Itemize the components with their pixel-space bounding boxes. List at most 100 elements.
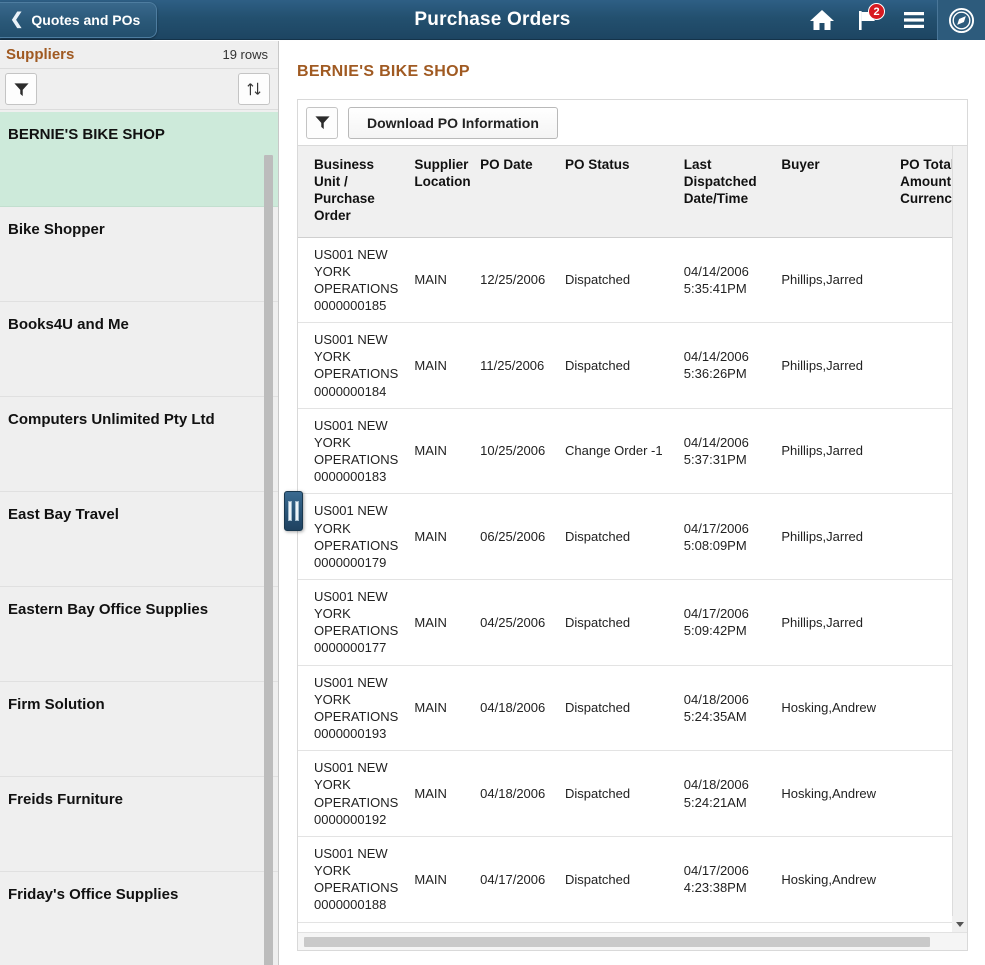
- supplier-list-item-label: BERNIE'S BIKE SHOP: [8, 126, 165, 143]
- cell-business-unit-po-line: US001 NEW: [314, 246, 406, 263]
- sidebar-scrollbar-track[interactable]: [264, 155, 273, 965]
- supplier-list-item[interactable]: East Bay Travel: [0, 492, 279, 587]
- cell-last-dispatched: 04/14/20065:35:41PM: [680, 237, 778, 323]
- sort-updown-icon[interactable]: [238, 73, 270, 105]
- cell-business-unit-po-line: OPERATIONS: [314, 537, 406, 554]
- sidebar-header: Suppliers 19 rows: [0, 41, 278, 68]
- po-grid: Download PO Information BusinessUnit /Pu…: [297, 99, 968, 951]
- supplier-list-item-label: Books4U and Me: [8, 316, 129, 333]
- cell-po-status: Dispatched: [561, 237, 680, 323]
- column-header[interactable]: SupplierLocation: [410, 146, 476, 237]
- column-header-line: PO Date: [480, 157, 557, 174]
- cell-business-unit-po-line: 0000000185: [314, 297, 406, 314]
- cell-business-unit-po: US001 NEWYORKOPERATIONS0000000177: [298, 580, 410, 666]
- table-row[interactable]: US001 NEWYORKOPERATIONS0000000188MAIN04/…: [298, 836, 968, 922]
- sidebar-scrollbar-thumb[interactable]: [264, 155, 273, 965]
- cell-supplier-location: MAIN: [410, 237, 476, 323]
- supplier-list-item[interactable]: Firm Solution: [0, 682, 279, 777]
- cell-business-unit-po-line: YORK: [314, 605, 406, 622]
- table-row[interactable]: US001 NEWYORKOPERATIONS0000000183MAIN10/…: [298, 408, 968, 494]
- cell-business-unit-po: US001 NEWYORKOPERATIONS0000000185: [298, 237, 410, 323]
- cell-po-date: 12/25/2006: [476, 237, 561, 323]
- actions-menu-icon[interactable]: [891, 0, 937, 40]
- column-header-line: Business: [314, 157, 406, 174]
- cell-last-dispatched-line: 04/14/2006: [684, 434, 774, 451]
- table-row[interactable]: US001 NEWYORKOPERATIONS0000000179MAIN06/…: [298, 494, 968, 580]
- app-header: ❮ Quotes and POs Purchase Orders 2: [0, 0, 985, 40]
- table-body: US001 NEWYORKOPERATIONS0000000185MAIN12/…: [298, 237, 968, 951]
- table-head: BusinessUnit /PurchaseOrderSupplierLocat…: [298, 146, 968, 237]
- column-header-line: Supplier: [414, 157, 472, 174]
- supplier-list-item[interactable]: Freids Furniture: [0, 777, 279, 872]
- home-icon[interactable]: [799, 0, 845, 40]
- table-row[interactable]: US001 NEWYORKOPERATIONS0000000185MAIN12/…: [298, 237, 968, 323]
- table-row[interactable]: US001 NEWYORKOPERATIONS0000000184MAIN11/…: [298, 323, 968, 409]
- table-row[interactable]: US001 NEWYORKOPERATIONS0000000177MAIN04/…: [298, 580, 968, 666]
- chevron-left-icon: ❮: [10, 12, 23, 28]
- cell-business-unit-po-line: OPERATIONS: [314, 622, 406, 639]
- page-right-gutter: [968, 41, 985, 965]
- supplier-list-item[interactable]: Friday's Office Supplies: [0, 872, 279, 965]
- cell-business-unit-po-line: US001 NEW: [314, 674, 406, 691]
- cell-business-unit-po-line: OPERATIONS: [314, 794, 406, 811]
- notifications-flag-icon[interactable]: 2: [845, 0, 891, 40]
- cell-po-status: Dispatched: [561, 836, 680, 922]
- column-header[interactable]: Buyer: [777, 146, 896, 237]
- supplier-list-item[interactable]: Computers Unlimited Pty Ltd: [0, 397, 279, 492]
- nav-bar-compass-icon[interactable]: [937, 0, 985, 40]
- splitter-grip-bar-left: [288, 501, 292, 521]
- column-header-line: Order: [314, 208, 406, 225]
- cell-buyer-line: Phillips,Jarred: [781, 442, 892, 459]
- cell-business-unit-po-line: 0000000184: [314, 383, 406, 400]
- table-row[interactable]: US001 NEWYORKOPERATIONS0000000193MAIN04/…: [298, 665, 968, 751]
- supplier-list-item-label: Bike Shopper: [8, 221, 105, 238]
- table-row[interactable]: US001 NEWYORKOPERATIONS0000000192MAIN04/…: [298, 751, 968, 837]
- supplier-list-item[interactable]: BERNIE'S BIKE SHOP: [0, 112, 279, 207]
- supplier-list-item-label: Firm Solution: [8, 696, 105, 713]
- cell-buyer-line: Hosking,Andrew: [781, 785, 892, 802]
- supplier-list-item[interactable]: Books4U and Me: [0, 302, 279, 397]
- grid-scroll-down-arrow-icon[interactable]: [952, 916, 967, 932]
- cell-business-unit-po-line: US001 NEW: [314, 845, 406, 862]
- table-header-row: BusinessUnit /PurchaseOrderSupplierLocat…: [298, 146, 968, 237]
- back-button[interactable]: ❮ Quotes and POs: [0, 2, 157, 38]
- filter-funnel-icon[interactable]: [306, 107, 338, 139]
- cell-business-unit-po-line: OPERATIONS: [314, 708, 406, 725]
- cell-last-dispatched-line: 5:36:26PM: [684, 365, 774, 382]
- cell-business-unit-po-line: YORK: [314, 691, 406, 708]
- cell-last-dispatched-line: 04/17/2006: [684, 862, 774, 879]
- supplier-list-item[interactable]: Bike Shopper: [0, 207, 279, 302]
- cell-last-dispatched: 04/17/20065:08:09PM: [680, 494, 778, 580]
- cell-last-dispatched-line: 4:23:38PM: [684, 879, 774, 896]
- cell-po-status: Dispatched: [561, 494, 680, 580]
- grid-horizontal-scrollbar-track[interactable]: [298, 932, 968, 950]
- supplier-list-item-label: East Bay Travel: [8, 506, 119, 523]
- cell-last-dispatched-line: 5:24:21AM: [684, 794, 774, 811]
- cell-business-unit-po-line: OPERATIONS: [314, 365, 406, 382]
- cell-buyer-line: Hosking,Andrew: [781, 699, 892, 716]
- cell-po-status: Dispatched: [561, 323, 680, 409]
- sidebar-toolbar: [0, 68, 278, 110]
- cell-po-date: 04/17/2006: [476, 836, 561, 922]
- supplier-list-item-label: Friday's Office Supplies: [8, 886, 178, 903]
- supplier-list-item-label: Freids Furniture: [8, 791, 123, 808]
- grid-vertical-scrollbar-track[interactable]: [952, 146, 967, 932]
- grid-horizontal-scrollbar-thumb[interactable]: [304, 937, 930, 947]
- sidebar-splitter-handle[interactable]: [284, 491, 303, 531]
- column-header[interactable]: LastDispatchedDate/Time: [680, 146, 778, 237]
- download-po-information-button[interactable]: Download PO Information: [348, 107, 558, 139]
- supplier-list-item-label: Eastern Bay Office Supplies: [8, 601, 208, 618]
- column-header[interactable]: PO Date: [476, 146, 561, 237]
- suppliers-list[interactable]: BERNIE'S BIKE SHOP Bike Shopper Books4U an…: [0, 112, 279, 965]
- sidebar-title: Suppliers: [6, 46, 74, 63]
- supplier-list-item[interactable]: Eastern Bay Office Supplies: [0, 587, 279, 682]
- filter-funnel-icon[interactable]: [5, 73, 37, 105]
- cell-business-unit-po-line: 0000000183: [314, 468, 406, 485]
- column-header[interactable]: PO Status: [561, 146, 680, 237]
- cell-buyer: Phillips,Jarred: [777, 237, 896, 323]
- cell-business-unit-po-line: US001 NEW: [314, 417, 406, 434]
- column-header[interactable]: BusinessUnit /PurchaseOrder: [298, 146, 410, 237]
- cell-supplier-location: MAIN: [410, 494, 476, 580]
- cell-last-dispatched: 04/14/20065:36:26PM: [680, 323, 778, 409]
- cell-buyer-line: Phillips,Jarred: [781, 271, 892, 288]
